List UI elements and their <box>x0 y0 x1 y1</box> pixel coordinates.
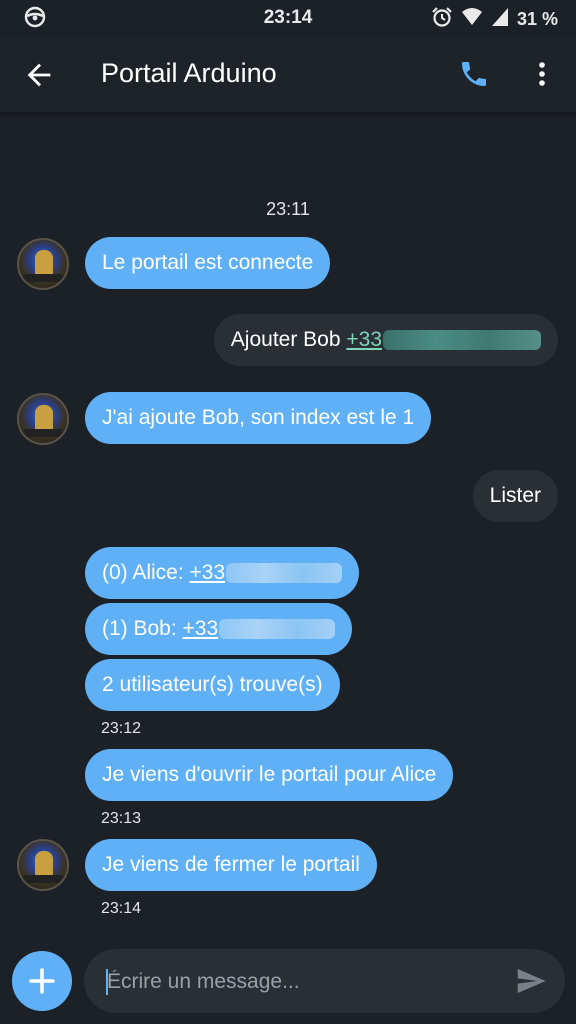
message-bubble-incoming[interactable]: (1) Bob: +33 <box>85 603 353 655</box>
message-input[interactable] <box>105 949 499 1015</box>
status-bar: 23:14 31 % <box>0 0 576 36</box>
message-bubble-outgoing[interactable]: Ajouter Bob +33 <box>213 314 558 366</box>
status-icons: 31 % <box>431 6 558 33</box>
message-timestamp: 23:14 <box>101 900 142 917</box>
message-bubble-incoming[interactable]: 2 utilisateur(s) trouve(s) <box>85 659 340 711</box>
attach-button[interactable] <box>12 951 72 1011</box>
message-text: (1) Bob: <box>102 617 183 640</box>
avatar[interactable] <box>17 238 69 290</box>
message-text: (0) Alice: <box>102 561 190 584</box>
avatar[interactable] <box>17 393 69 445</box>
message-bubble-outgoing[interactable]: Lister <box>472 470 558 522</box>
alarm-icon <box>431 6 453 33</box>
text-cursor <box>106 969 108 995</box>
message-timestamp: 23:12 <box>101 720 142 737</box>
app-bar: Portail Arduino <box>0 36 576 112</box>
send-icon[interactable] <box>514 965 548 997</box>
conversation-title: Portail Arduino <box>101 58 277 88</box>
redacted-number <box>219 619 336 640</box>
phone-number-link[interactable]: +33 <box>190 561 226 584</box>
message-composer <box>84 949 565 1015</box>
message-bubble-incoming[interactable]: (0) Alice: +33 <box>85 547 360 599</box>
avatar[interactable] <box>17 839 69 891</box>
message-text: Ajouter Bob <box>230 328 347 351</box>
phone-number-link[interactable]: +33 <box>346 328 382 351</box>
message-bubble-incoming[interactable]: Je viens d'ouvrir le portail pour Alice <box>85 749 454 801</box>
redacted-number <box>383 330 541 351</box>
back-arrow-icon[interactable] <box>22 58 56 92</box>
battery-level: 31 % <box>516 9 558 29</box>
message-bubble-incoming[interactable]: J'ai ajoute Bob, son index est le 1 <box>85 392 432 444</box>
more-vert-icon[interactable] <box>530 58 554 90</box>
plus-icon <box>29 968 55 994</box>
conversation-timestamp: 23:11 <box>266 199 310 219</box>
message-bubble-incoming[interactable]: Je viens de fermer le portail <box>85 839 377 891</box>
message-timestamp: 23:13 <box>101 810 142 827</box>
signal-icon <box>491 7 509 32</box>
message-bubble-incoming[interactable]: Le portail est connecte <box>85 237 331 289</box>
phone-icon[interactable] <box>458 58 490 90</box>
wifi-icon <box>461 7 483 32</box>
redacted-number <box>226 563 343 584</box>
phone-number-link[interactable]: +33 <box>183 617 219 640</box>
